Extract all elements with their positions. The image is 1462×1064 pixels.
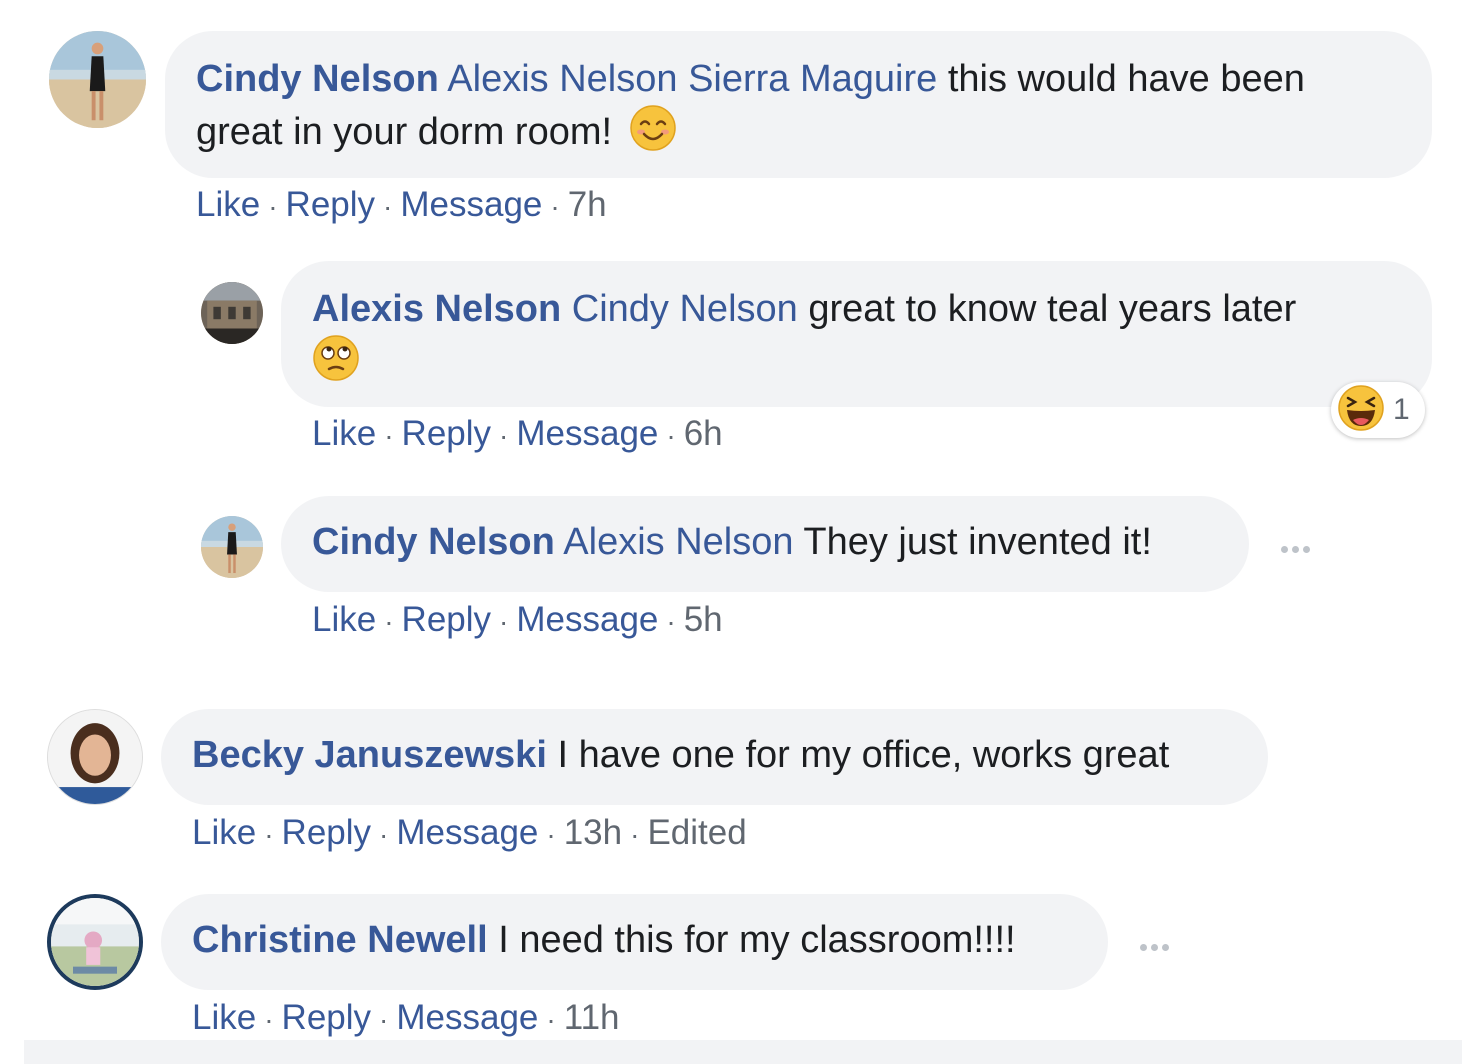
- comment-bubble: Cindy Nelson Alexis Nelson They just inv…: [281, 496, 1249, 592]
- comment-actions: Like · Reply · Message · 7h: [196, 185, 607, 224]
- comment-actions: Like · Reply · Message · 13h · Edited: [192, 813, 747, 852]
- eye-roll-emoji-icon: [312, 334, 360, 395]
- avatar[interactable]: [201, 516, 263, 578]
- building-photo-icon: [201, 282, 263, 344]
- bottom-strip: [24, 1040, 1462, 1064]
- timestamp[interactable]: 13h: [564, 813, 622, 852]
- message-link[interactable]: Message: [396, 813, 538, 852]
- like-link[interactable]: Like: [312, 600, 376, 639]
- comment-text: great in your dorm room!: [196, 111, 613, 153]
- mention[interactable]: Cindy Nelson: [572, 288, 798, 330]
- comment-author[interactable]: Alexis Nelson: [312, 288, 561, 330]
- message-link[interactable]: Message: [400, 185, 542, 224]
- like-link[interactable]: Like: [192, 998, 256, 1037]
- comment-bubble: Christine Newell I need this for my clas…: [161, 894, 1108, 990]
- avatar[interactable]: [47, 709, 143, 805]
- comment-actions: Like · Reply · Message · 5h: [312, 600, 723, 639]
- smiling-face-emoji-icon: [629, 104, 677, 165]
- like-link[interactable]: Like: [196, 185, 260, 224]
- beach-photo-icon: [201, 516, 263, 578]
- comment-author[interactable]: Becky Januszewski: [192, 734, 547, 776]
- comment-actions: Like · Reply · Message · 11h: [192, 998, 620, 1037]
- message-link[interactable]: Message: [396, 998, 538, 1037]
- timestamp[interactable]: 5h: [684, 600, 723, 639]
- reaction-count: 1: [1393, 393, 1410, 426]
- like-link[interactable]: Like: [312, 414, 376, 453]
- portrait-photo-icon: [48, 710, 142, 804]
- reply-link[interactable]: Reply: [402, 600, 491, 639]
- comment-text: I have one for my office, works great: [546, 734, 1170, 776]
- haha-reaction-icon: [1337, 384, 1385, 437]
- avatar[interactable]: [47, 894, 143, 990]
- comment-author[interactable]: Cindy Nelson: [196, 58, 439, 100]
- comment-bubble: Alexis Nelson Cindy Nelson great to know…: [281, 261, 1432, 407]
- reaction-badge[interactable]: 1: [1331, 382, 1425, 438]
- comment-actions: Like · Reply · Message · 6h: [312, 414, 723, 453]
- like-link[interactable]: Like: [192, 813, 256, 852]
- reply-link[interactable]: Reply: [282, 998, 371, 1037]
- comment-text: I need this for my classroom!!!!: [487, 919, 1016, 961]
- more-options-icon[interactable]: [1281, 546, 1310, 553]
- more-options-icon[interactable]: [1140, 944, 1169, 951]
- message-link[interactable]: Message: [516, 600, 658, 639]
- reply-link[interactable]: Reply: [282, 813, 371, 852]
- reply-link[interactable]: Reply: [402, 414, 491, 453]
- comment-author[interactable]: Christine Newell: [192, 919, 488, 961]
- badge-photo-icon: [51, 898, 139, 986]
- timestamp[interactable]: 11h: [564, 998, 620, 1037]
- timestamp[interactable]: 7h: [568, 185, 607, 224]
- reply-link[interactable]: Reply: [286, 185, 375, 224]
- avatar[interactable]: [201, 282, 263, 344]
- mention[interactable]: Sierra Maguire: [688, 58, 937, 100]
- comment-bubble: Becky Januszewski I have one for my offi…: [161, 709, 1268, 805]
- message-link[interactable]: Message: [516, 414, 658, 453]
- avatar[interactable]: [49, 31, 146, 128]
- timestamp[interactable]: 6h: [684, 414, 723, 453]
- comment-text: They just invented it!: [793, 521, 1152, 563]
- comment-author[interactable]: Cindy Nelson: [312, 521, 555, 563]
- comment-bubble: Cindy Nelson Alexis Nelson Sierra Maguir…: [165, 31, 1432, 178]
- mention[interactable]: Alexis Nelson: [563, 521, 793, 563]
- comment-text: this would have been: [937, 58, 1305, 100]
- edited-label[interactable]: Edited: [647, 813, 746, 852]
- comment-text: great to know teal years later: [797, 288, 1297, 330]
- mention[interactable]: Alexis Nelson: [447, 58, 677, 100]
- beach-photo-icon: [49, 31, 146, 128]
